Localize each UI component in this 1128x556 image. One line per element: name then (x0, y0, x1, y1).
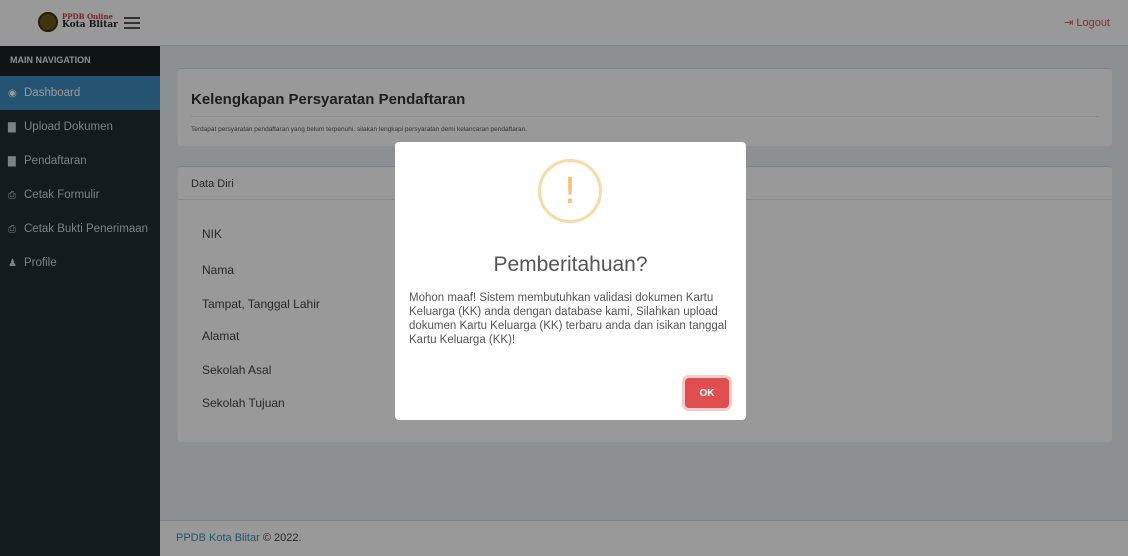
warning-icon: ! (538, 159, 602, 223)
modal-message: Mohon maaf! Sistem membutuhkan validasi … (409, 292, 727, 346)
alert-modal: ! Pemberitahuan? Mohon maaf! Sistem memb… (395, 142, 746, 420)
ok-button[interactable]: OK (685, 378, 729, 408)
modal-title: Pemberitahuan? (493, 253, 648, 276)
